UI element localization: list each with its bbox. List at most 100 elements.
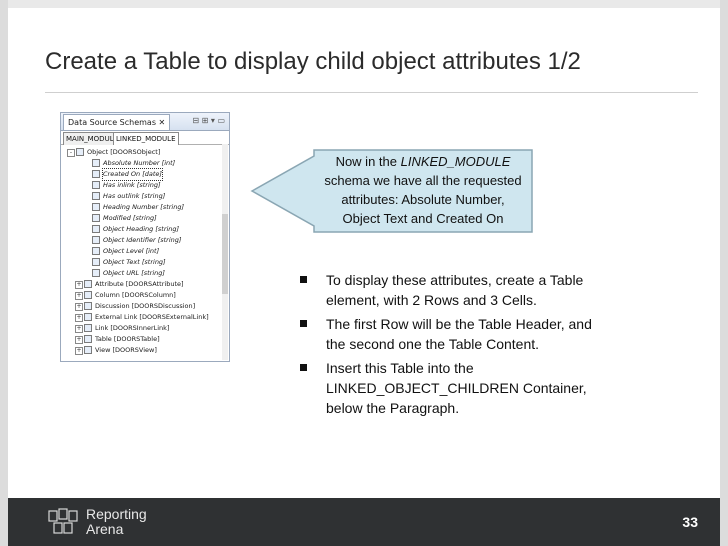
collapse-icon[interactable]: - xyxy=(67,149,75,157)
callout-line1-prefix: Now in the xyxy=(335,154,401,169)
tree-row-label: Object Identifier [string] xyxy=(103,236,182,244)
tree-row-label: Created On [date] xyxy=(102,168,163,181)
object-icon xyxy=(84,346,92,354)
data-source-schemas-view: Data Source Schemas ✕ ⊟ ⊞ ▾ ▭ MAIN_MODUL… xyxy=(60,112,230,362)
view-tab-title: Data Source Schemas xyxy=(68,118,156,127)
left-gutter xyxy=(0,0,8,546)
object-icon xyxy=(84,335,92,343)
expand-icon[interactable]: + xyxy=(75,281,83,289)
object-icon xyxy=(84,324,92,332)
callout-line3: attributes: Absolute Number, xyxy=(341,192,505,207)
callout-module-name: LINKED_MODULE xyxy=(400,154,511,169)
tree-row-label: Object Heading [string] xyxy=(103,225,180,233)
expand-icon[interactable]: + xyxy=(75,347,83,355)
tree-row[interactable]: + Discussion [DOORSDiscussion] xyxy=(61,301,229,312)
tree-row-label: Object Text [string] xyxy=(103,258,166,266)
tree-row[interactable]: + View [DOORSView] xyxy=(61,345,229,356)
brand-name: Reporting Arena xyxy=(86,507,147,537)
tree-row[interactable]: + Attribute [DOORSAttribute] xyxy=(61,279,229,290)
list-item: The first Row will be the Table Header, … xyxy=(298,314,598,354)
tree-row-label: Column [DOORSColumn] xyxy=(95,291,176,299)
tree-row-label: Modified [string] xyxy=(103,214,157,222)
expand-icon[interactable]: + xyxy=(75,336,83,344)
right-gutter xyxy=(720,0,728,546)
attribute-icon xyxy=(92,159,100,167)
tree-row[interactable]: Has inlink [string] xyxy=(61,180,229,191)
tree-row-label: External Link [DOORSExternalLink] xyxy=(95,313,209,321)
scrollbar-thumb[interactable] xyxy=(222,214,228,294)
tree-row-label: View [DOORSView] xyxy=(95,346,157,354)
title-divider xyxy=(45,92,698,93)
tree-row[interactable]: + External Link [DOORSExternalLink] xyxy=(61,312,229,323)
schema-tabs: MAIN_MODULE LINKED_MODULE xyxy=(61,131,229,145)
tree-row-label: Link [DOORSInnerLink] xyxy=(95,324,170,332)
tree-row[interactable]: - Object [DOORSObject] xyxy=(61,147,229,158)
tree-row-label: Has outlink [string] xyxy=(103,192,166,200)
tree-row[interactable]: Absolute Number [int] xyxy=(61,158,229,169)
attribute-icon xyxy=(92,203,100,211)
tree-row[interactable]: + Table [DOORSTable] xyxy=(61,334,229,345)
tree-row[interactable]: Created On [date] xyxy=(61,168,229,181)
tree-row-label: Attribute [DOORSAttribute] xyxy=(95,280,184,288)
bullet-icon xyxy=(300,320,307,327)
tree-row-label: Has inlink [string] xyxy=(103,181,161,189)
attribute-icon xyxy=(92,214,100,222)
list-item-text: The first Row will be the Table Header, … xyxy=(326,316,592,352)
tree-row[interactable]: Modified [string] xyxy=(61,213,229,224)
attribute-icon xyxy=(92,170,100,178)
tree-row-label: Discussion [DOORSDiscussion] xyxy=(95,302,196,310)
callout-line4: Object Text and Created On xyxy=(342,211,504,226)
slide: Create a Table to display child object a… xyxy=(0,0,728,546)
expand-icon[interactable]: + xyxy=(75,325,83,333)
brand-line1: Reporting xyxy=(86,506,147,522)
brand-line2: Arena xyxy=(86,521,124,537)
tree-row[interactable]: Object URL [string] xyxy=(61,268,229,279)
slide-title: Create a Table to display child object a… xyxy=(45,48,581,75)
tree-row[interactable]: Object Level [int] xyxy=(61,246,229,257)
view-tabbar: Data Source Schemas ✕ ⊟ ⊞ ▾ ▭ xyxy=(61,113,229,131)
tree-row[interactable]: Has outlink [string] xyxy=(61,191,229,202)
object-icon xyxy=(84,313,92,321)
tab-linked-module[interactable]: LINKED_MODULE xyxy=(113,132,179,145)
tree-row[interactable]: Heading Number [string] xyxy=(61,202,229,213)
attribute-icon xyxy=(92,192,100,200)
attribute-icon xyxy=(92,247,100,255)
object-icon xyxy=(84,280,92,288)
callout-line2: schema we have all the requested xyxy=(324,173,522,188)
tree-row-label: Object URL [string] xyxy=(103,269,165,277)
list-item: Insert this Table into the LINKED_OBJECT… xyxy=(298,358,598,418)
tree-row-label: Object [DOORSObject] xyxy=(87,148,161,156)
bullet-icon xyxy=(300,364,307,371)
top-band xyxy=(8,0,720,8)
footer: Reporting Arena 33 xyxy=(8,498,720,546)
tree-row[interactable]: Object Text [string] xyxy=(61,257,229,268)
list-item: To display these attributes, create a Ta… xyxy=(298,270,598,310)
tree-row[interactable]: Object Identifier [string] xyxy=(61,235,229,246)
vertical-scrollbar[interactable] xyxy=(222,144,228,360)
tree-row[interactable]: + Link [DOORSInnerLink] xyxy=(61,323,229,334)
list-item-text: To display these attributes, create a Ta… xyxy=(326,272,584,308)
bullet-icon xyxy=(300,276,307,283)
expand-icon[interactable]: + xyxy=(75,314,83,322)
list-item-text: Insert this Table into the LINKED_OBJECT… xyxy=(326,360,587,416)
view-tab[interactable]: Data Source Schemas ✕ xyxy=(63,114,171,130)
attribute-icon xyxy=(92,236,100,244)
instruction-list: To display these attributes, create a Ta… xyxy=(298,270,598,422)
tree-row-label: Object Level [int] xyxy=(103,247,160,255)
attribute-icon xyxy=(92,181,100,189)
view-toolbar-buttons[interactable]: ⊟ ⊞ ▾ ▭ xyxy=(192,116,225,125)
tree-row[interactable]: + Column [DOORSColumn] xyxy=(61,290,229,301)
expand-icon[interactable]: + xyxy=(75,292,83,300)
reporting-arena-logo-icon xyxy=(48,508,78,534)
object-icon xyxy=(84,291,92,299)
callout: Now in the LINKED_MODULE schema we have … xyxy=(250,148,534,234)
schema-tree: - Object [DOORSObject] Absolute Number [in… xyxy=(61,145,229,356)
object-icon xyxy=(84,302,92,310)
attribute-icon xyxy=(92,225,100,233)
tree-row-label: Table [DOORSTable] xyxy=(95,335,160,343)
attribute-icon xyxy=(92,269,100,277)
expand-icon[interactable]: + xyxy=(75,303,83,311)
tree-row-label: Absolute Number [int] xyxy=(103,159,176,167)
tree-row[interactable]: Object Heading [string] xyxy=(61,224,229,235)
close-icon[interactable]: ✕ xyxy=(159,118,166,127)
